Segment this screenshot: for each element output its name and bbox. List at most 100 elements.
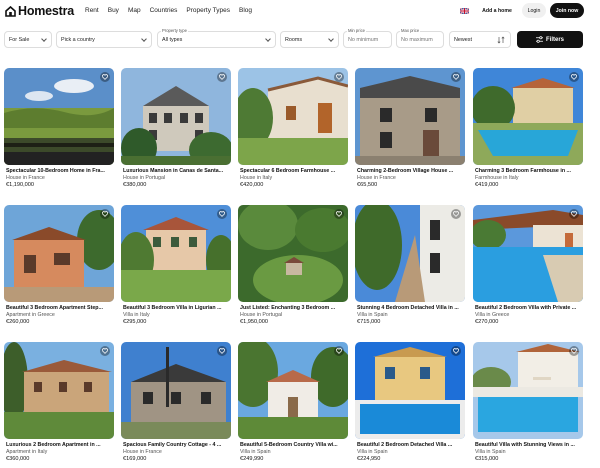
favorite-heart-icon[interactable] — [334, 346, 344, 356]
rooms-select-value: Rooms — [285, 36, 303, 43]
listing-title[interactable]: Spectacular 6 Bedroom Farmhouse ... — [240, 168, 348, 174]
logo[interactable]: Homestra — [5, 4, 74, 18]
filter-sliders-icon — [535, 36, 543, 43]
min-price-input[interactable] — [348, 36, 391, 43]
listing-type: House in France — [357, 175, 396, 181]
sort-select[interactable]: Newest — [449, 31, 511, 48]
login-button[interactable]: Login — [522, 3, 546, 18]
favorite-heart-icon[interactable] — [334, 209, 344, 219]
listing-photo[interactable] — [473, 205, 583, 302]
listing-photo[interactable] — [355, 205, 465, 302]
house-logo-icon — [5, 5, 16, 17]
listing-photo[interactable] — [355, 68, 465, 165]
listing-photo[interactable] — [238, 68, 348, 165]
chevron-down-icon — [265, 36, 271, 42]
property-type-select[interactable]: Property type All types — [157, 28, 276, 48]
nav-buy[interactable]: Buy — [108, 7, 119, 14]
favorite-heart-icon[interactable] — [217, 346, 227, 356]
rooms-select[interactable]: Rooms — [280, 31, 339, 48]
listing-photo[interactable] — [4, 205, 114, 302]
nav-countries[interactable]: Countries — [150, 7, 178, 14]
favorite-heart-icon[interactable] — [217, 209, 227, 219]
listing-price: €260,000 — [6, 319, 30, 325]
favorite-heart-icon[interactable] — [569, 346, 579, 356]
logo-text: Homestra — [18, 4, 75, 18]
join-button[interactable]: Join now — [550, 3, 584, 18]
sort-select-value: Newest — [454, 36, 472, 43]
filters-button[interactable]: Filters — [517, 31, 583, 48]
add-home-button[interactable]: Add a home — [476, 3, 518, 18]
listing-price: €315,000 — [475, 456, 499, 462]
listing-type: Villa in Spain — [240, 449, 271, 455]
nav-map[interactable]: Map — [128, 7, 141, 14]
listing-type: Apartment in Italy — [6, 449, 48, 455]
listing-type: House in France — [6, 175, 45, 181]
max-price-input[interactable] — [401, 36, 443, 43]
listing-photo[interactable] — [121, 68, 231, 165]
listing-price: €224,950 — [357, 456, 381, 462]
favorite-heart-icon[interactable] — [569, 209, 579, 219]
filter-bar: For Sale Pick a country Property type Al… — [0, 28, 600, 49]
listing-title[interactable]: Beautiful 2 Bedroom Detached Villa ... — [357, 442, 465, 448]
main-nav: Rent Buy Map Countries Property Types Bl… — [85, 7, 252, 14]
listing-title[interactable]: Luxurious Mansion in Canas de Santa... — [123, 168, 231, 174]
listing-title[interactable]: Just Listed: Enchanting 3 Bedroom ... — [240, 305, 348, 311]
favorite-heart-icon[interactable] — [217, 72, 227, 82]
listing-photo[interactable] — [238, 342, 348, 439]
listing-title[interactable]: Beautiful 3 Bedroom Apartment Step... — [6, 305, 114, 311]
listing-type: House in France — [123, 449, 162, 455]
listing-type: House in Italy — [240, 175, 273, 181]
listing-title[interactable]: Charming 2-Bedroom Village House ... — [357, 168, 465, 174]
listing-photo[interactable] — [121, 342, 231, 439]
listing-title[interactable]: Spacious Family Country Cottage - 4 ... — [123, 442, 231, 448]
favorite-heart-icon[interactable] — [100, 209, 110, 219]
listing-photo[interactable] — [473, 68, 583, 165]
country-select[interactable]: Pick a country — [56, 31, 152, 48]
listing-photo[interactable] — [238, 205, 348, 302]
nav-rent[interactable]: Rent — [85, 7, 99, 14]
listing-title[interactable]: Beautiful 5-Bedroom Country Villa wi... — [240, 442, 348, 448]
favorite-heart-icon[interactable] — [100, 346, 110, 356]
listing-photo[interactable] — [4, 342, 114, 439]
min-price-field[interactable]: Min price — [343, 28, 392, 48]
listing-type: Villa in Italy — [123, 312, 150, 318]
listing-price: €1,950,000 — [240, 319, 268, 325]
listing-title[interactable]: Beautiful Villa with Stunning Views in .… — [475, 442, 583, 448]
listing-type: Apartment in Greece — [6, 312, 55, 318]
listing-price: €380,000 — [123, 182, 147, 188]
chevron-down-icon — [141, 36, 147, 42]
favorite-heart-icon[interactable] — [451, 209, 461, 219]
listing-photo[interactable] — [473, 342, 583, 439]
listing-photo[interactable] — [121, 205, 231, 302]
listing-title[interactable]: Stunning 4 Bedroom Detached Villa in ... — [357, 305, 465, 311]
favorite-heart-icon[interactable] — [451, 346, 461, 356]
nav-property-types[interactable]: Property Types — [186, 7, 230, 14]
chevron-down-icon — [41, 36, 47, 42]
max-price-label: Max price — [400, 28, 421, 33]
listing-photo[interactable] — [355, 342, 465, 439]
listing-price: €420,000 — [240, 182, 264, 188]
nav-blog[interactable]: Blog — [239, 7, 252, 14]
listing-title[interactable]: Charming 3 Bedroom Farmhouse in ... — [475, 168, 583, 174]
listing-title[interactable]: Luxurious 2 Bedroom Apartment in ... — [6, 442, 114, 448]
listing-title[interactable]: Spectacular 10-Bedroom Home in Fra... — [6, 168, 114, 174]
max-price-field[interactable]: Max price — [396, 28, 444, 48]
listing-price: €270,000 — [475, 319, 499, 325]
listing-price: €1,190,000 — [6, 182, 34, 188]
filters-button-label: Filters — [545, 36, 564, 43]
property-type-value: All types — [162, 36, 183, 43]
property-type-label: Property type — [161, 28, 188, 33]
listing-price: €419,000 — [475, 182, 499, 188]
listing-title[interactable]: Beautiful 2 Bedroom Villa with Private .… — [475, 305, 583, 311]
sale-rent-select[interactable]: For Sale — [4, 31, 52, 48]
listing-price: €715,000 — [357, 319, 381, 325]
favorite-heart-icon[interactable] — [100, 72, 110, 82]
listing-photo[interactable] — [4, 68, 114, 165]
uk-flag-icon[interactable] — [460, 8, 469, 14]
favorite-heart-icon[interactable] — [569, 72, 579, 82]
favorite-heart-icon[interactable] — [451, 72, 461, 82]
listing-title[interactable]: Beautiful 3 Bedroom Villa in Ligurian ..… — [123, 305, 231, 311]
chevron-down-icon — [328, 36, 334, 42]
listing-type: House in Portugal — [240, 312, 283, 318]
favorite-heart-icon[interactable] — [334, 72, 344, 82]
